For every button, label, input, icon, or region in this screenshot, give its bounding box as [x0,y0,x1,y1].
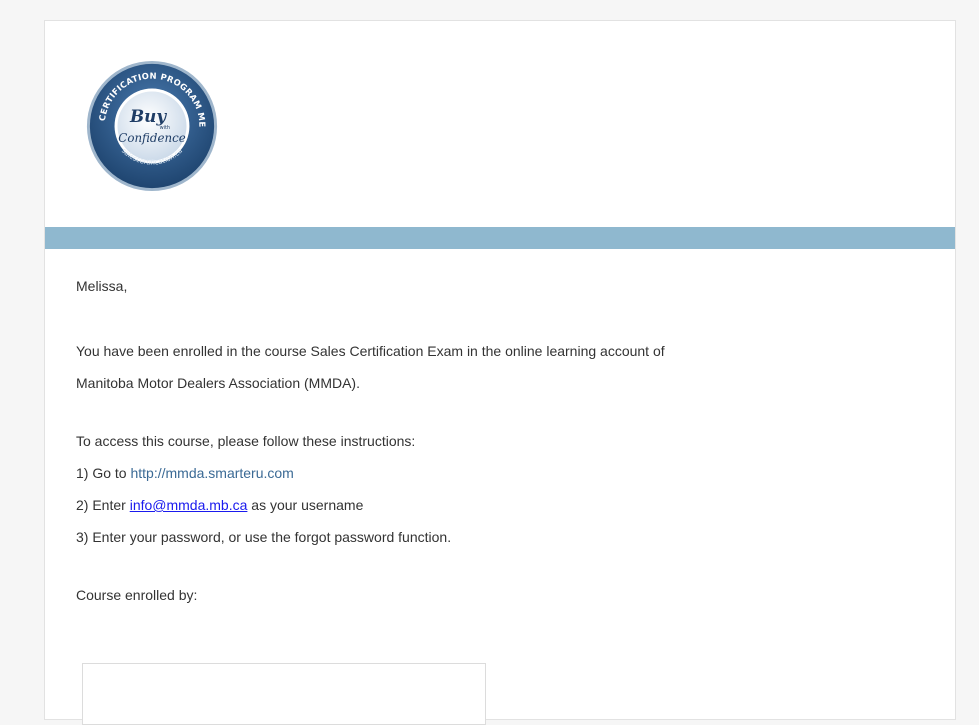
logo-script-confidence: Confidence [118,131,185,145]
step-2: 2) Enter info@mmda.mb.ca as your usernam… [76,489,916,521]
step-2-prefix: 2) Enter [76,497,130,513]
email-header: SALES CERTIFICATION PROGRAM MEMBER sales… [45,21,955,227]
logo-script-buy: Buy [129,106,167,126]
greeting: Melissa, [76,278,128,294]
step-2-suffix: as your username [247,497,364,513]
smarteru-link[interactable]: http://mmda.smarteru.com [130,465,293,481]
email-card: SALES CERTIFICATION PROGRAM MEMBER sales… [44,20,956,725]
body-line-1: You have been enrolled in the course Sal… [76,343,665,359]
sales-certification-logo: SALES CERTIFICATION PROGRAM MEMBER sales… [83,57,218,192]
step-3: 3) Enter your password, or use the forgo… [76,529,452,545]
body-line-2: Manitoba Motor Dealers Association (MMDA… [76,375,360,391]
step-1-prefix: 1) Go to [76,465,131,481]
step-1: 1) Go to http://mmda.smarteru.com [76,457,916,489]
enrolled-by-box [82,663,486,725]
enrolled-by-label: Course enrolled by: [76,587,198,603]
email-body: Melissa, You have been enrolled in the c… [76,273,916,611]
header-accent-band [45,227,955,249]
instructions-intro: To access this course, please follow the… [76,433,416,449]
username-email-link[interactable]: info@mmda.mb.ca [130,497,248,513]
